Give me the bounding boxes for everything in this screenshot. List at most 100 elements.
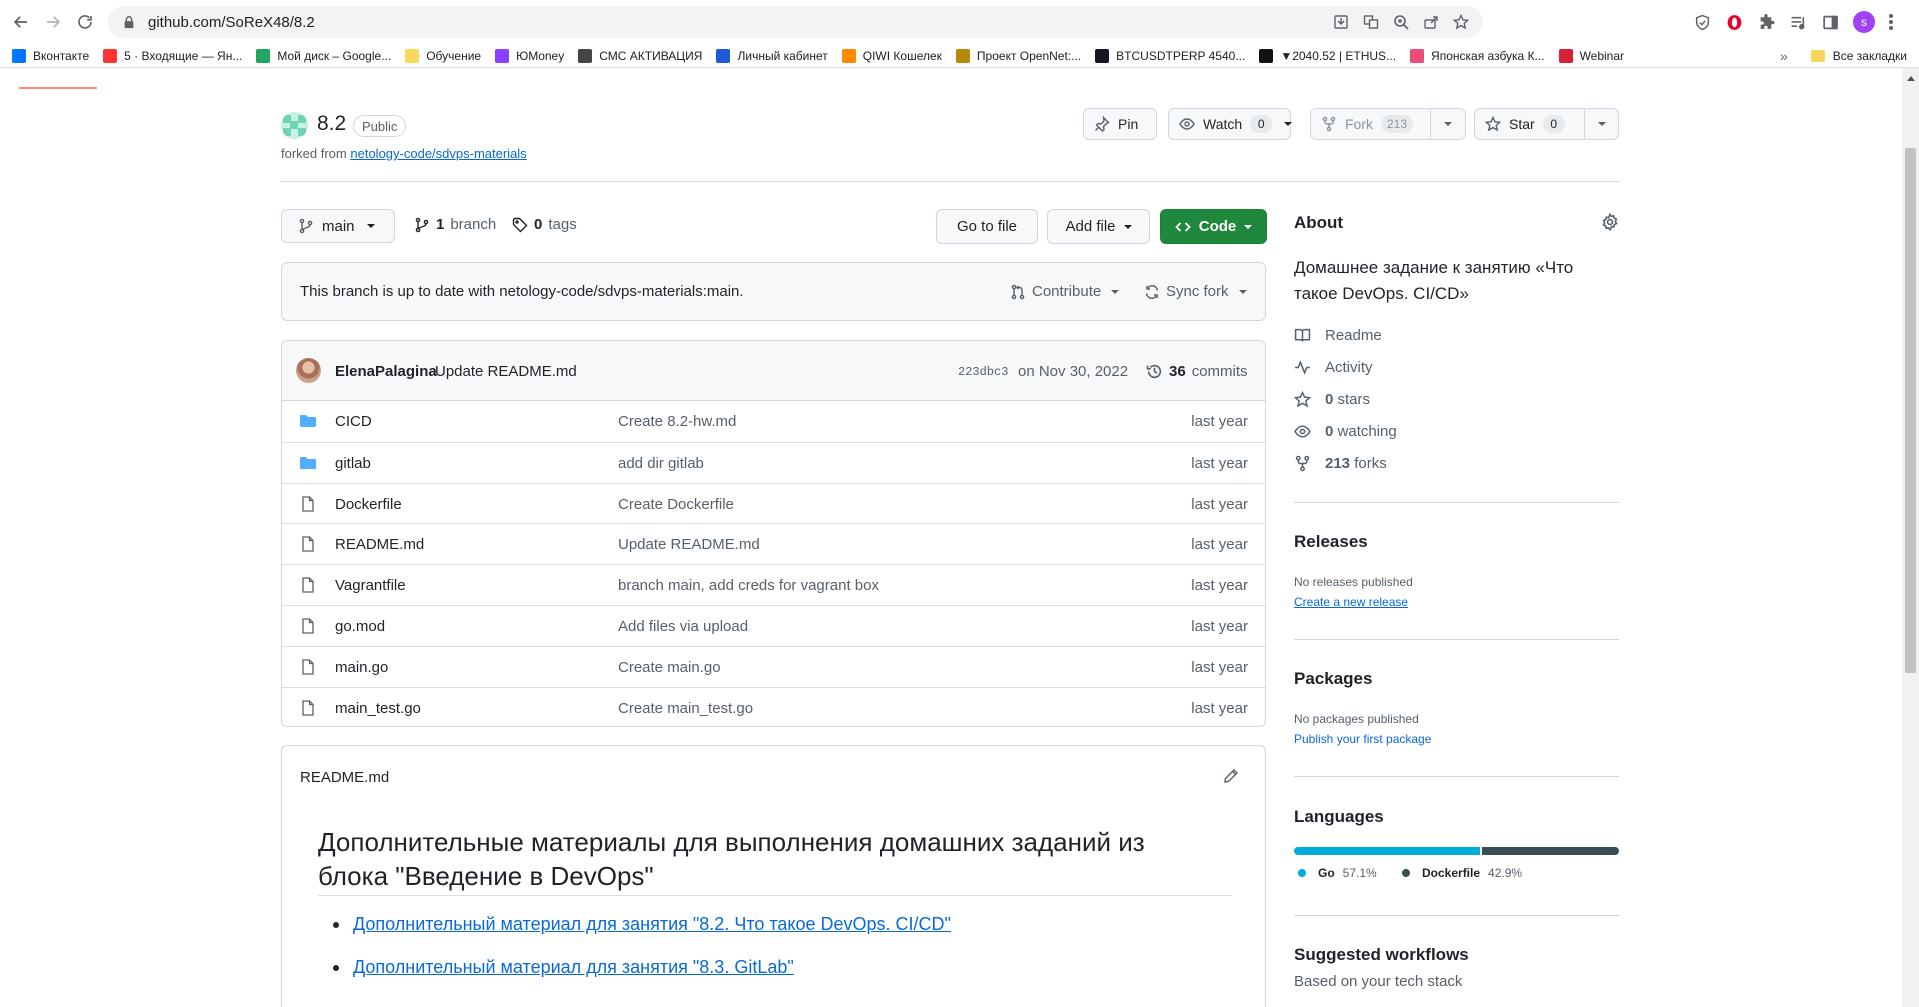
readme-sidebar-link[interactable]: Readme: [1294, 327, 1382, 344]
repo-name-link[interactable]: 8.2: [317, 112, 346, 136]
file-name-link[interactable]: main_test.go: [335, 700, 421, 717]
opera-extension-icon[interactable]: [1725, 13, 1743, 31]
bookmarks-overflow-button[interactable]: »: [1780, 44, 1788, 68]
branch-select-button[interactable]: main: [281, 209, 395, 243]
bookmark-item[interactable]: BTCUSDTPERP 4540...: [1095, 48, 1245, 63]
file-name-link[interactable]: CICD: [335, 413, 372, 430]
bookmark-item[interactable]: Обучение: [405, 48, 481, 63]
file-commit-message-link[interactable]: Update README.md: [618, 536, 760, 553]
tag-icon: [512, 217, 528, 232]
go-to-file-button[interactable]: Go to file: [936, 209, 1038, 244]
code-button[interactable]: Code: [1160, 209, 1267, 244]
file-commit-message-link[interactable]: Create main_test.go: [618, 700, 753, 717]
file-commit-message-link[interactable]: Add files via upload: [618, 618, 748, 635]
install-icon[interactable]: [1333, 14, 1349, 30]
fork-button[interactable]: Fork 213: [1310, 108, 1466, 140]
page-scrollbar[interactable]: [1902, 68, 1919, 1007]
releases-heading[interactable]: Releases: [1294, 532, 1368, 552]
sync-fork-caret-icon: [1238, 289, 1247, 294]
add-file-button[interactable]: Add file: [1047, 209, 1150, 244]
language-item[interactable]: Dockerfile 42.9%: [1402, 866, 1522, 880]
gear-icon[interactable]: [1601, 213, 1619, 231]
readme-heading-rule: [318, 895, 1232, 896]
zoom-icon[interactable]: [1393, 14, 1409, 30]
address-bar[interactable]: github.com/SoReX48/8.2: [108, 6, 1483, 38]
branches-link[interactable]: 1 branch: [414, 216, 496, 233]
file-commit-message-link[interactable]: add dir gitlab: [618, 455, 704, 472]
commit-message-link[interactable]: Update README.md: [435, 363, 577, 380]
forks-count: 213: [1325, 455, 1351, 472]
commit-author-link[interactable]: ElenaPalagina: [335, 363, 437, 380]
readme-panel: README.md Дополнительные материалы для в…: [281, 745, 1266, 1007]
scrollbar-thumb[interactable]: [1905, 148, 1916, 673]
bookmark-label: 5 · Входящие — Ян...: [124, 48, 243, 63]
star-dropdown-caret-icon[interactable]: [1597, 122, 1606, 126]
branch-icon: [299, 218, 313, 234]
forks-link[interactable]: 213 forks: [1294, 455, 1387, 472]
reload-icon[interactable]: [72, 9, 98, 35]
watching-link[interactable]: 0 watching: [1294, 423, 1397, 440]
pencil-icon[interactable]: [1223, 768, 1239, 784]
browser-menu-icon[interactable]: [1889, 14, 1893, 30]
file-commit-message-link[interactable]: Create main.go: [618, 659, 721, 676]
side-panel-icon[interactable]: [1821, 13, 1839, 31]
star-button[interactable]: Star 0: [1474, 108, 1619, 140]
back-icon[interactable]: [8, 9, 34, 35]
stars-link[interactable]: 0 stars: [1294, 391, 1370, 408]
bookmark-item[interactable]: Мой диск – Google...: [256, 48, 391, 63]
file-commit-message-link[interactable]: Create Dockerfile: [618, 496, 734, 513]
bookmark-item[interactable]: ▼2040.52 | ETHUS...: [1259, 48, 1396, 63]
bookmark-item[interactable]: СМС АКТИВАЦИЯ: [578, 48, 702, 63]
forked-from: forked from netology-code/sdvps-material…: [281, 146, 527, 161]
packages-heading[interactable]: Packages: [1294, 669, 1372, 689]
watch-button[interactable]: Watch 0: [1168, 108, 1293, 140]
file-name-link[interactable]: main.go: [335, 659, 388, 676]
fork-dropdown-caret-icon[interactable]: [1444, 122, 1452, 126]
bookmark-item[interactable]: QIWI Кошелек: [841, 48, 942, 63]
file-name-link[interactable]: README.md: [335, 536, 424, 553]
bookmark-item[interactable]: Webinar: [1558, 48, 1624, 63]
sync-icon: [1145, 284, 1159, 299]
bookmark-item[interactable]: 5 · Входящие — Ян...: [103, 48, 243, 63]
create-release-link[interactable]: Create a new release: [1294, 595, 1408, 609]
translate-icon[interactable]: [1363, 14, 1379, 30]
pin-button[interactable]: Pin: [1083, 108, 1157, 140]
language-item[interactable]: Go 57.1%: [1298, 866, 1377, 880]
bookmark-item[interactable]: Вконтакте: [12, 48, 89, 63]
book-icon: [1294, 328, 1311, 342]
bookmark-item[interactable]: Проект OpenNet:...: [955, 48, 1081, 63]
go-to-file-label: Go to file: [956, 218, 1018, 235]
bookmark-item[interactable]: Японская азбука К...: [1410, 48, 1545, 63]
profile-avatar[interactable]: s: [1853, 11, 1875, 33]
file-name-link[interactable]: Dockerfile: [335, 496, 402, 513]
url-text: github.com/SoReX48/8.2: [148, 13, 315, 31]
commit-sha-link[interactable]: 223dbc3: [958, 365, 1008, 379]
commits-history-link[interactable]: 36 commits: [1146, 363, 1248, 380]
forked-from-link[interactable]: netology-code/sdvps-materials: [350, 146, 526, 161]
shield-extension-icon[interactable]: [1693, 13, 1711, 31]
file-name-link[interactable]: go.mod: [335, 618, 385, 635]
sync-fork-button[interactable]: Sync fork: [1144, 283, 1247, 300]
tags-link[interactable]: 0 tags: [512, 216, 577, 233]
activity-link[interactable]: Activity: [1294, 359, 1373, 376]
file-name-link[interactable]: Vagrantfile: [335, 577, 406, 594]
bookmark-star-icon[interactable]: [1453, 14, 1469, 30]
watch-dropdown-caret-icon[interactable]: [1284, 122, 1293, 126]
readme-link-8-2[interactable]: Дополнительный материал для занятия "8.2…: [353, 914, 951, 934]
share-icon[interactable]: [1423, 14, 1439, 30]
contribute-button[interactable]: Contribute: [1010, 283, 1120, 300]
bookmark-item[interactable]: ЮMoney: [495, 48, 564, 63]
publish-package-link[interactable]: Publish your first package: [1294, 732, 1431, 746]
file-commit-message-link[interactable]: branch main, add creds for vagrant box: [618, 577, 879, 594]
bookmark-item[interactable]: Личный кабинет: [716, 48, 828, 63]
all-bookmarks-button[interactable]: Все закладки: [1810, 44, 1907, 68]
commit-author-avatar[interactable]: [296, 358, 321, 383]
forward-icon[interactable]: [40, 9, 66, 35]
puzzle-extensions-icon[interactable]: [1757, 13, 1775, 31]
scroll-up-arrow-icon[interactable]: [1907, 76, 1915, 81]
readme-link-8-3[interactable]: Дополнительный материал для занятия "8.3…: [353, 957, 794, 977]
file-name-link[interactable]: gitlab: [335, 455, 371, 472]
repo-owner-avatar[interactable]: [281, 112, 308, 139]
file-commit-message-link[interactable]: Create 8.2-hw.md: [618, 413, 736, 430]
media-control-icon[interactable]: [1789, 13, 1807, 31]
